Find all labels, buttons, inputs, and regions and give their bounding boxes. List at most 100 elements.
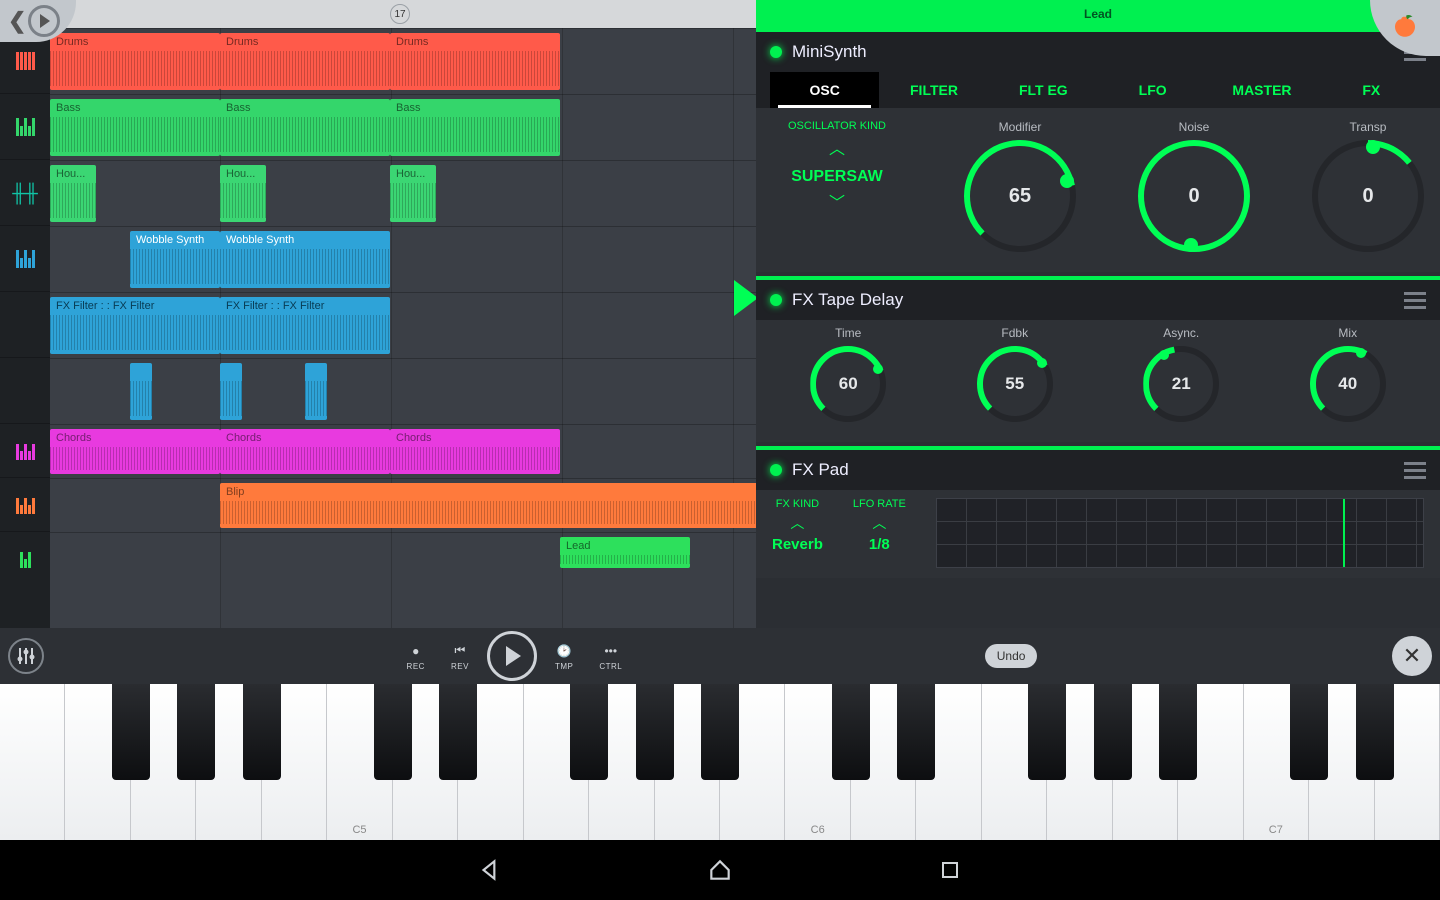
track-icon-mini[interactable] <box>0 358 50 424</box>
white-key[interactable] <box>982 684 1047 840</box>
clip[interactable]: Hou... <box>390 165 436 222</box>
clip[interactable]: Drums <box>390 33 560 90</box>
white-key[interactable] <box>262 684 327 840</box>
track-row[interactable]: Wobble SynthWobble Synth <box>50 226 756 292</box>
white-key[interactable] <box>1309 684 1374 840</box>
clip[interactable]: FX Filter : : FX Filter <box>50 297 220 354</box>
nav-back[interactable] <box>475 855 505 885</box>
rewind-button[interactable]: ⏮ REV <box>443 642 477 671</box>
track-icon-sample[interactable]: ╫╫ <box>0 160 50 226</box>
piano-keyboard[interactable]: C5 C6 C7 <box>0 684 1440 840</box>
white-key[interactable]: C6 <box>785 684 850 840</box>
mixer-button[interactable] <box>8 638 44 674</box>
white-key[interactable] <box>1178 684 1243 840</box>
white-key[interactable] <box>196 684 261 840</box>
nav-home[interactable] <box>705 855 735 885</box>
white-key[interactable] <box>524 684 589 840</box>
white-key[interactable] <box>720 684 785 840</box>
playlist-play-button[interactable] <box>28 5 60 37</box>
white-key[interactable] <box>1375 684 1440 840</box>
white-key[interactable]: C5 <box>327 684 392 840</box>
white-key[interactable] <box>131 684 196 840</box>
time-ruler[interactable]: 17 <box>50 0 756 28</box>
bar-marker[interactable]: 17 <box>390 4 410 24</box>
track-row[interactable]: DrumsDrumsDrums <box>50 28 756 94</box>
record-button[interactable]: ● REC <box>399 642 433 671</box>
white-key[interactable] <box>0 684 65 840</box>
close-button[interactable]: ✕ <box>1392 636 1432 676</box>
chevron-down-icon[interactable]: ﹀ <box>829 196 845 212</box>
clip[interactable]: Wobble Synth <box>130 231 220 288</box>
track-row[interactable]: FX Filter : : FX FilterFX Filter : : FX … <box>50 292 756 358</box>
clip[interactable]: Chords <box>220 429 390 474</box>
clip[interactable]: Lead <box>560 537 690 568</box>
clip[interactable]: Chords <box>390 429 560 474</box>
knob-time[interactable]: Time 60 <box>810 326 886 422</box>
tab-lfo[interactable]: LFO <box>1098 72 1207 108</box>
white-key[interactable] <box>589 684 654 840</box>
tab-fx[interactable]: FX <box>1317 72 1426 108</box>
chevron-up-icon[interactable]: ︿ <box>829 142 845 158</box>
knob-async[interactable]: Async. 21 <box>1143 326 1219 422</box>
play-button[interactable] <box>487 631 537 681</box>
lfo-rate-picker[interactable]: LFO RATE ︿ 1/8 <box>853 498 906 568</box>
track-icon-bass[interactable] <box>0 94 50 160</box>
ctrl-button[interactable]: ••• CTRL <box>591 642 630 671</box>
chevron-up-icon[interactable]: ︿ <box>790 516 804 530</box>
fx-kind-picker[interactable]: FX KIND ︿ Reverb <box>772 498 823 568</box>
white-key[interactable] <box>851 684 916 840</box>
track-icon-blip[interactable] <box>0 478 50 532</box>
undo-button[interactable]: Undo <box>985 644 1038 668</box>
clip[interactable]: Chords <box>50 429 220 474</box>
clip[interactable]: Hou... <box>220 165 266 222</box>
track-row[interactable] <box>50 358 756 424</box>
clip[interactable]: Bass <box>390 99 560 156</box>
white-key[interactable] <box>458 684 523 840</box>
module-enable-dot[interactable] <box>770 464 782 476</box>
track-icon-chords[interactable] <box>0 424 50 478</box>
module-enable-dot[interactable] <box>770 294 782 306</box>
track-row[interactable]: ChordsChordsChords <box>50 424 756 478</box>
clip[interactable]: Drums <box>220 33 390 90</box>
nav-recents[interactable] <box>935 855 965 885</box>
white-key[interactable] <box>1047 684 1112 840</box>
tab-filter[interactable]: FILTER <box>879 72 988 108</box>
channel-title[interactable]: Lead <box>756 0 1440 28</box>
panel-drag-handle[interactable] <box>734 280 756 316</box>
module-menu-icon[interactable] <box>1404 292 1426 309</box>
white-key[interactable] <box>65 684 130 840</box>
track-row[interactable]: Lead <box>50 532 756 572</box>
tempo-button[interactable]: 🕑 TMP <box>547 642 581 671</box>
clip[interactable]: Blip <box>220 483 756 528</box>
clip[interactable] <box>220 363 242 420</box>
clip[interactable]: Wobble Synth <box>220 231 390 288</box>
knob-transp[interactable]: Transp 0 <box>1312 120 1424 252</box>
knob-fdbk[interactable]: Fdbk 55 <box>977 326 1053 422</box>
clip[interactable]: Drums <box>50 33 220 90</box>
track-icon-wobble[interactable] <box>0 226 50 292</box>
knob-noise[interactable]: Noise 0 <box>1138 120 1250 252</box>
xy-pad[interactable] <box>936 498 1424 568</box>
knob-mix[interactable]: Mix 40 <box>1310 326 1386 422</box>
white-key[interactable] <box>916 684 981 840</box>
clip[interactable]: Bass <box>50 99 220 156</box>
track-row[interactable]: Blip <box>50 478 756 532</box>
clip[interactable]: Bass <box>220 99 390 156</box>
clip[interactable] <box>305 363 327 420</box>
white-key[interactable] <box>393 684 458 840</box>
knob-modifier[interactable]: Modifier 65 <box>964 120 1076 252</box>
clip[interactable]: Hou... <box>50 165 96 222</box>
white-key[interactable] <box>1113 684 1178 840</box>
tab-flt-eg[interactable]: FLT EG <box>989 72 1098 108</box>
white-key[interactable]: C7 <box>1244 684 1309 840</box>
white-key[interactable] <box>655 684 720 840</box>
chevron-up-icon[interactable]: ︿ <box>872 516 886 530</box>
clip[interactable]: FX Filter : : FX Filter <box>220 297 390 354</box>
clip[interactable] <box>130 363 152 420</box>
tab-osc[interactable]: OSC <box>770 72 879 108</box>
module-enable-dot[interactable] <box>770 46 782 58</box>
track-icon-lead[interactable] <box>0 532 50 586</box>
tab-master[interactable]: MASTER <box>1207 72 1316 108</box>
track-row[interactable]: Hou... Hou... Hou... <box>50 160 756 226</box>
track-row[interactable]: BassBassBass <box>50 94 756 160</box>
